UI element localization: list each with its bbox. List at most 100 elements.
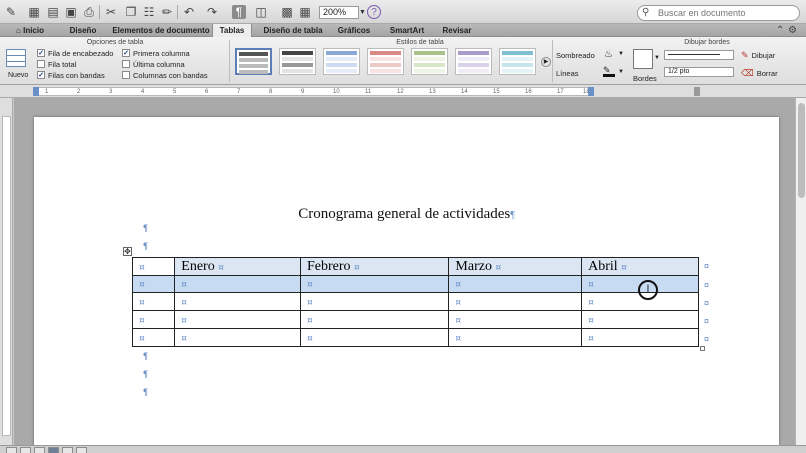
right-indent-marker[interactable]: [588, 87, 594, 96]
scrollbar-thumb[interactable]: [798, 103, 805, 198]
focus-view-button[interactable]: [76, 447, 87, 453]
tab-elementos-de-documento[interactable]: Elementos de documento: [108, 24, 214, 37]
table-style-thumb[interactable]: [235, 48, 272, 75]
line-color-icon[interactable]: ✎: [603, 65, 615, 77]
undo-icon[interactable]: ↶: [182, 5, 196, 19]
table-cell[interactable]: ¤: [448, 310, 583, 329]
checkbox[interactable]: ✓: [37, 49, 45, 57]
option-columnas-con-bandas[interactable]: Columnas con bandas: [122, 70, 208, 80]
option-fila-total[interactable]: Fila total: [37, 59, 76, 69]
collapse-ribbon-icon[interactable]: ⌃: [776, 25, 784, 36]
template-gallery-icon[interactable]: ▦: [27, 5, 41, 19]
table-cell[interactable]: ¤: [174, 328, 301, 347]
new-table-icon[interactable]: [6, 49, 26, 67]
table-cell[interactable]: ¤: [299, 275, 450, 293]
publishing-view-button[interactable]: [34, 447, 45, 453]
table-cell[interactable]: ¤: [174, 292, 301, 311]
tab-inicio[interactable]: ⌂ Inicio: [10, 24, 50, 37]
table-cell[interactable]: ¤: [448, 275, 583, 293]
checkbox[interactable]: ✓: [37, 71, 45, 79]
zoom-field[interactable]: 200%: [319, 6, 359, 19]
paste-icon[interactable]: ☷: [142, 5, 156, 19]
table-cell[interactable]: ¤: [131, 310, 176, 329]
table-cell[interactable]: ¤: [131, 275, 176, 293]
search-input[interactable]: [658, 7, 796, 19]
print-layout-view-button[interactable]: [48, 447, 59, 453]
text-box-icon[interactable]: ▩: [280, 5, 294, 19]
table-cell[interactable]: ¤: [299, 310, 450, 329]
dibujar-button[interactable]: ✎ Dibujar: [741, 50, 775, 61]
sidebar-icon[interactable]: ◫: [254, 5, 268, 19]
empty-paragraph[interactable]: ¶: [143, 369, 148, 379]
chevron-down-icon[interactable]: ▼: [618, 69, 624, 75]
borrar-button[interactable]: ⌫ Borrar: [741, 68, 778, 79]
empty-paragraph[interactable]: ¶: [143, 387, 148, 397]
document-title[interactable]: Cronograma general de actividades¶: [34, 206, 779, 223]
empty-paragraph[interactable]: ¶: [143, 241, 148, 251]
outline-view-button[interactable]: [20, 447, 31, 453]
gear-icon[interactable]: ⚙: [788, 25, 797, 36]
pilcrow-icon[interactable]: ¶: [232, 5, 246, 19]
tab-tablas[interactable]: Tablas: [212, 24, 252, 38]
table-cell[interactable]: ¤: [299, 292, 450, 311]
table-move-handle-icon[interactable]: ✥: [123, 247, 132, 256]
paint-bucket-icon[interactable]: ♨: [604, 49, 613, 60]
cut-icon[interactable]: ✂: [104, 5, 118, 19]
checkbox[interactable]: ✓: [122, 49, 130, 57]
option-ultima-columna[interactable]: Última columna: [122, 59, 185, 69]
document-page[interactable]: Cronograma general de actividades¶ ¶ ¶ ✥…: [34, 117, 779, 453]
empty-paragraph[interactable]: ¶: [143, 351, 148, 361]
table-style-thumb[interactable]: [323, 48, 360, 75]
save-icon[interactable]: ▣: [64, 5, 78, 19]
table-cell[interactable]: ¤: [448, 292, 583, 311]
tab-smartart[interactable]: SmartArt: [382, 24, 432, 37]
chevron-down-icon[interactable]: ▼: [618, 51, 624, 57]
redo-icon[interactable]: ↷: [205, 5, 219, 19]
table-header-cell[interactable]: Enero ¤: [174, 257, 301, 276]
table-style-thumb[interactable]: [367, 48, 404, 75]
tab-diseno[interactable]: Diseño: [58, 24, 108, 37]
help-icon[interactable]: ?: [367, 5, 381, 19]
line-weight-dropdown[interactable]: 1/2 pto: [664, 67, 734, 77]
line-style-dropdown[interactable]: [664, 50, 734, 60]
chevron-down-icon[interactable]: ▼: [654, 55, 660, 61]
table-cell[interactable]: ¤: [581, 310, 699, 329]
column-marker[interactable]: [694, 87, 700, 96]
table-header-cell[interactable]: Abril ¤: [581, 257, 699, 276]
table-cell[interactable]: ¤: [581, 328, 699, 347]
new-document-icon[interactable]: ✎: [4, 5, 18, 19]
schedule-table[interactable]: ¤ Enero ¤ Febrero ¤ Marzo ¤ Abril ¤ ¤ ¤ …: [131, 257, 699, 347]
tab-graficos[interactable]: Gráficos: [332, 24, 376, 37]
tab-diseno-de-tabla[interactable]: Diseño de tabla: [258, 24, 328, 37]
option-fila-encabezado[interactable]: ✓ Fila de encabezado: [37, 48, 113, 58]
table-cell[interactable]: ¤: [174, 275, 301, 293]
table-icon[interactable]: ▦: [298, 5, 312, 19]
copy-icon[interactable]: ❐: [124, 5, 138, 19]
borders-icon[interactable]: [633, 49, 653, 69]
empty-paragraph[interactable]: ¶: [143, 223, 148, 233]
vertical-ruler[interactable]: [0, 98, 13, 445]
option-filas-con-bandas[interactable]: ✓ Filas con bandas: [37, 70, 105, 80]
checkbox[interactable]: [122, 71, 130, 79]
table-cell[interactable]: ¤: [299, 328, 450, 347]
notebook-view-button[interactable]: [62, 447, 73, 453]
option-primera-columna[interactable]: ✓ Primera columna: [122, 48, 190, 58]
table-cell[interactable]: ¤: [131, 292, 176, 311]
checkbox[interactable]: [122, 60, 130, 68]
search-box[interactable]: ⚲: [637, 5, 800, 21]
table-cell[interactable]: ¤: [131, 328, 176, 347]
checkbox[interactable]: [37, 60, 45, 68]
table-style-thumb[interactable]: [499, 48, 536, 75]
table-cell[interactable]: ¤: [448, 328, 583, 347]
horizontal-ruler[interactable]: 1 2 3 4 5 6 7 8 9 10 11 12 13 14 15 16 1…: [0, 85, 806, 98]
table-style-thumb[interactable]: [279, 48, 316, 75]
table-header-cell[interactable]: Marzo ¤: [448, 257, 583, 276]
more-styles-icon[interactable]: ▶: [541, 57, 551, 67]
table-style-thumb[interactable]: [455, 48, 492, 75]
tab-revisar[interactable]: Revisar: [436, 24, 478, 37]
format-painter-icon[interactable]: ✏: [160, 5, 174, 19]
table-style-thumb[interactable]: [411, 48, 448, 75]
open-icon[interactable]: ▤: [46, 5, 60, 19]
table-resize-handle[interactable]: [700, 346, 705, 351]
vertical-scrollbar[interactable]: [795, 98, 806, 445]
